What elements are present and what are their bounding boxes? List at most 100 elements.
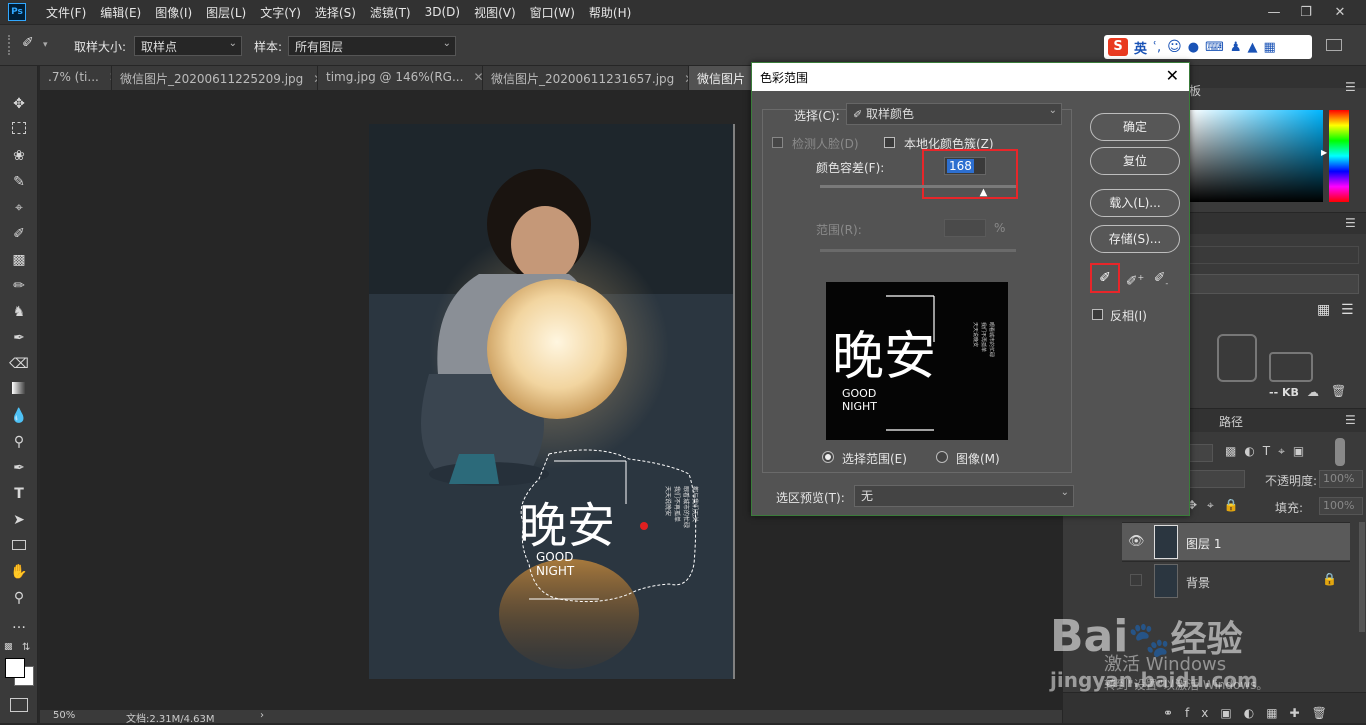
quick-mask-icon[interactable] — [10, 698, 28, 712]
eyedropper-subtract-icon[interactable]: ✐- — [1150, 267, 1172, 289]
libraries-search[interactable] — [1189, 246, 1359, 264]
color-panel-tab-fragment[interactable]: 板 — [1189, 82, 1201, 99]
menu-layer[interactable]: 图层(L) — [206, 4, 246, 21]
localized-clusters-checkbox[interactable] — [884, 137, 895, 148]
sample-size-select[interactable]: 取样点 ⌄ — [134, 36, 242, 56]
tab-doc-2[interactable]: 微信图片_20200611225209.jpg✕ — [112, 66, 318, 90]
dodge-tool-icon[interactable]: ⚲ — [9, 432, 29, 452]
hue-slider[interactable] — [1329, 110, 1349, 202]
eyedropper-icon[interactable]: ✐ — [9, 224, 29, 244]
selection-preview-dropdown[interactable]: 无 ⌄ — [854, 485, 1074, 507]
color-picker-field[interactable] — [1189, 110, 1323, 202]
tab-doc-3[interactable]: timg.jpg @ 146%(RG... ✕ — [318, 66, 483, 90]
path-select-tool-icon[interactable]: ➤ — [9, 510, 29, 530]
zoom-level[interactable]: 50% — [53, 710, 75, 721]
range-slider-track[interactable] — [820, 249, 1016, 252]
menu-3d[interactable]: 3D(D) — [425, 5, 460, 19]
tab-paths[interactable]: 路径 — [1219, 413, 1243, 430]
layer-action-icons[interactable]: ⚭fx▣◐▦✚🗑 — [1163, 706, 1339, 720]
marquee-tool-icon[interactable] — [9, 120, 29, 140]
toolbox-icon[interactable]: ▦ — [1264, 40, 1276, 55]
radio-image[interactable] — [936, 451, 948, 463]
panel-menu-icon[interactable]: ☰ — [1345, 413, 1356, 427]
grid-view-icon[interactable]: ▦ — [1317, 302, 1333, 318]
lock-icons[interactable]: ✥⌖🔒 — [1187, 498, 1249, 513]
menu-file[interactable]: 文件(F) — [46, 4, 86, 21]
layers-scrollbar[interactable] — [1359, 522, 1365, 632]
range-input[interactable] — [944, 219, 986, 237]
fuzziness-slider-thumb-icon[interactable]: ▲ — [980, 187, 988, 198]
select-mode-dropdown[interactable]: ✐ 取样颜色 ⌄ — [846, 103, 1062, 125]
cloud-icon[interactable]: ☁ — [1307, 385, 1319, 399]
visibility-off-box[interactable] — [1130, 574, 1142, 586]
save-button[interactable]: 存储(S)... — [1090, 225, 1180, 253]
pen-tool-icon[interactable]: ✒ — [9, 458, 29, 478]
radio-selection[interactable] — [822, 451, 834, 463]
tab-doc-1[interactable]: .7% (ti...✕ — [40, 66, 112, 90]
menu-type[interactable]: 文字(Y) — [260, 4, 301, 21]
status-chevron-icon[interactable]: › — [260, 710, 264, 721]
foreground-color-swatch[interactable] — [5, 658, 25, 678]
close-window-icon[interactable]: ✕ — [1324, 0, 1356, 24]
menu-help[interactable]: 帮助(H) — [589, 4, 631, 21]
menu-select[interactable]: 选择(S) — [315, 4, 356, 21]
layer-row-1[interactable]: 👁 图层 1 — [1122, 522, 1350, 560]
restore-icon[interactable]: ❐ — [1290, 0, 1322, 24]
list-view-icon[interactable]: ☰ — [1341, 302, 1357, 318]
menu-filter[interactable]: 滤镜(T) — [370, 4, 411, 21]
move-tool-icon[interactable]: ✥ — [9, 94, 29, 114]
menu-image[interactable]: 图像(I) — [155, 4, 192, 21]
eyedropper-tool-icon[interactable]: ✐ — [22, 35, 42, 55]
menu-view[interactable]: 视图(V) — [474, 4, 516, 21]
stamp-tool-icon[interactable]: ♞ — [9, 302, 29, 322]
blur-tool-icon[interactable]: 💧 — [9, 406, 29, 426]
document-image[interactable]: 晚安 GOOD NIGHT 天天说晚安 我们不再孤单 眼看城市的忙碌 都与我们无… — [369, 124, 734, 679]
detect-faces-checkbox[interactable] — [772, 137, 783, 148]
layer-filter-icons[interactable]: ▩◐T⌖▣ — [1225, 444, 1312, 459]
hue-slider-handle-icon[interactable]: ▶ — [1321, 148, 1327, 157]
type-tool-icon[interactable]: T — [9, 484, 29, 504]
microphone-icon[interactable]: ● — [1188, 40, 1199, 55]
layer-name[interactable]: 背景 — [1186, 574, 1210, 591]
panel-menu-icon[interactable]: ☰ — [1345, 80, 1356, 94]
tool-preset-arrow-icon[interactable]: ▾ — [43, 40, 48, 50]
punctuation-icon[interactable]: ʿ, — [1153, 40, 1161, 55]
tab-doc-5-active[interactable]: 微信图片 — [689, 66, 752, 90]
swap-colors-icon[interactable]: ⇅ — [22, 642, 30, 653]
load-button[interactable]: 载入(L)... — [1090, 189, 1180, 217]
crop-tool-icon[interactable]: ⌖ — [9, 198, 29, 218]
ime-lang[interactable]: 英 — [1134, 38, 1147, 57]
eraser-tool-icon[interactable]: ⌫ — [9, 354, 29, 374]
fill-input[interactable]: 100% — [1319, 497, 1363, 515]
reset-button[interactable]: 复位 — [1090, 147, 1180, 175]
tab-doc-4[interactable]: 微信图片_20200611231657.jpg✕ — [483, 66, 689, 90]
brush-tool-icon[interactable]: ✏ — [9, 276, 29, 296]
default-colors-icon[interactable]: ▩ — [4, 642, 13, 652]
layer-row-background[interactable]: 背景 🔒 — [1122, 561, 1350, 599]
close-tab-icon[interactable]: ✕ — [473, 70, 482, 84]
hand-tool-icon[interactable]: ✋ — [9, 562, 29, 582]
menu-edit[interactable]: 编辑(E) — [100, 4, 141, 21]
sample-select[interactable]: 所有图层 ⌄ — [288, 36, 456, 56]
healing-brush-icon[interactable]: ▩ — [9, 250, 29, 270]
skin-icon[interactable]: ▲ — [1248, 40, 1258, 55]
libraries-select[interactable] — [1189, 274, 1359, 294]
layer-filter-toggle[interactable] — [1335, 438, 1345, 466]
trash-icon[interactable]: 🗑 — [1331, 384, 1346, 398]
more-tools-icon[interactable]: … — [9, 614, 29, 634]
history-brush-icon[interactable]: ✒ — [9, 328, 29, 348]
emoji-icon[interactable]: ☺ — [1167, 39, 1182, 55]
workspace-icon[interactable] — [1326, 39, 1342, 51]
visibility-eye-icon[interactable]: 👁 — [1128, 534, 1145, 549]
gradient-tool-icon[interactable] — [9, 380, 29, 400]
opacity-input[interactable]: 100% — [1319, 470, 1363, 488]
rectangle-tool-icon[interactable] — [9, 536, 29, 556]
ok-button[interactable]: 确定 — [1090, 113, 1180, 141]
invert-checkbox[interactable] — [1092, 309, 1103, 320]
quick-select-tool-icon[interactable]: ✎ — [9, 172, 29, 192]
zoom-tool-icon[interactable]: ⚲ — [9, 588, 29, 608]
menu-window[interactable]: 窗口(W) — [530, 4, 575, 21]
sogou-logo-icon[interactable]: S — [1108, 38, 1128, 56]
user-icon[interactable]: ♟ — [1230, 40, 1242, 55]
layer-name[interactable]: 图层 1 — [1186, 535, 1221, 552]
